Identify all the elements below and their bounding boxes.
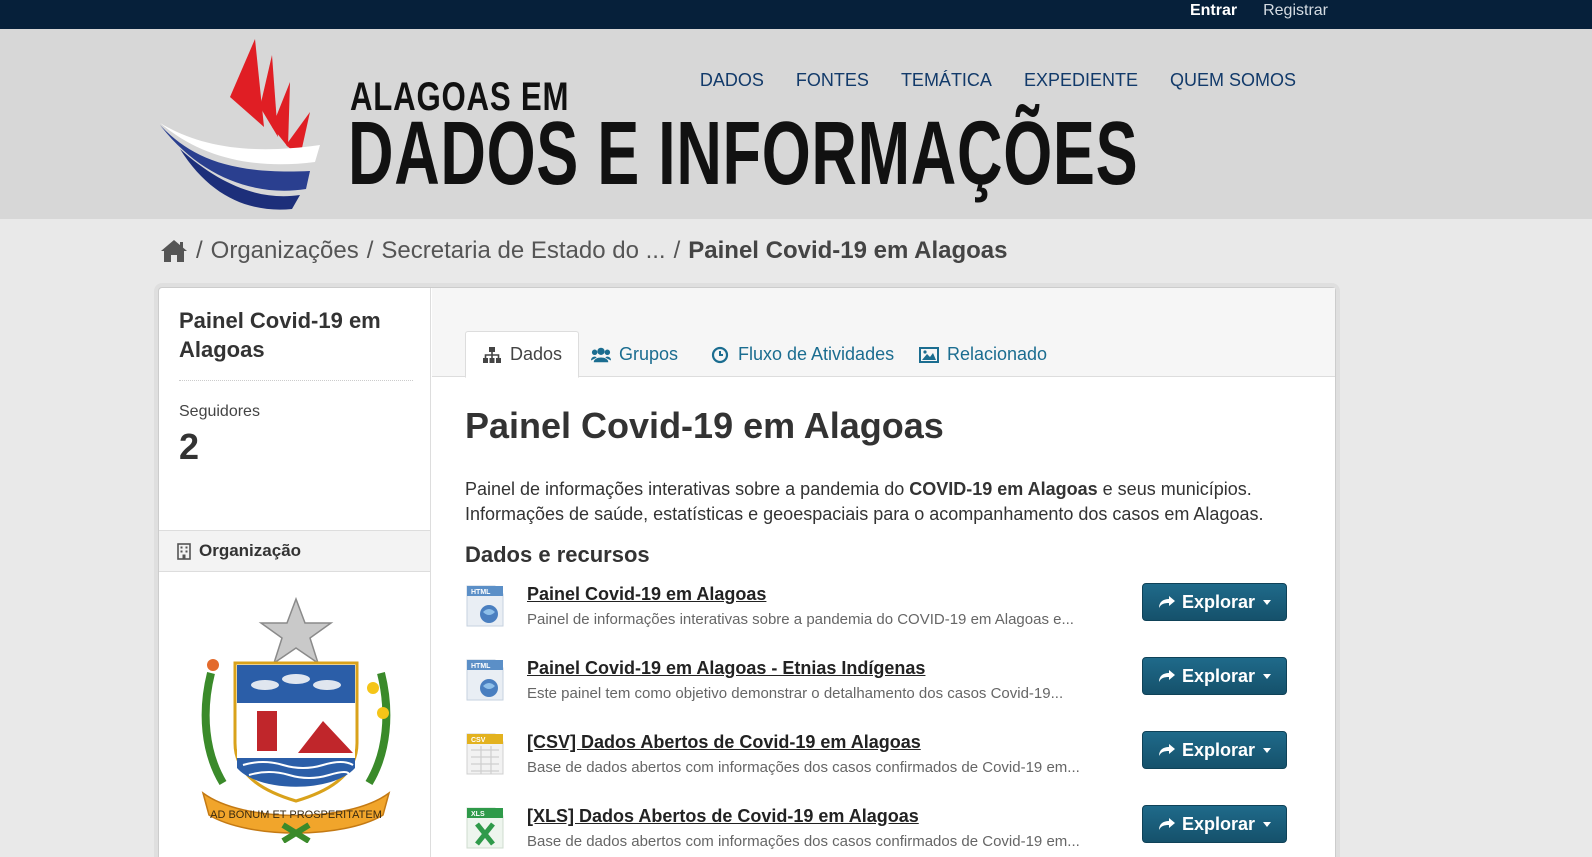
login-link[interactable]: Entrar <box>1190 2 1237 20</box>
description-bold: COVID-19 em Alagoas <box>909 479 1098 499</box>
resource-item: CSV [CSV] Dados Abertos de Covid-19 em A… <box>465 728 1295 802</box>
resources-heading: Dados e recursos <box>465 542 650 567</box>
file-format-label: HTML <box>471 589 491 596</box>
caret-down-icon <box>1263 747 1272 753</box>
tab-label: Dados <box>510 344 563 364</box>
resource-description: Painel de informações interativas sobre … <box>527 611 1074 628</box>
share-arrow-icon <box>1158 744 1175 756</box>
picture-icon <box>919 346 939 363</box>
caret-down-icon <box>1263 599 1272 605</box>
organization-heading: Organização <box>159 530 430 572</box>
caret-down-icon <box>1263 673 1272 679</box>
nav-item-tematica[interactable]: TEMÁTICA <box>901 70 992 91</box>
csv-file-icon[interactable]: CSV <box>465 732 505 776</box>
breadcrumb-separator: / <box>673 237 681 264</box>
clock-icon <box>711 346 729 363</box>
sidebar: Painel Covid-19 em Alagoas Seguidores 2 … <box>159 288 431 857</box>
tab-fluxo-de-atividades[interactable]: Fluxo de Atividades <box>694 331 910 378</box>
share-arrow-icon <box>1158 670 1175 682</box>
account-bar: Entrar Registrar <box>0 0 1592 29</box>
divider <box>179 380 413 381</box>
explore-button-label: Explorar <box>1181 739 1256 760</box>
file-format-label: CSV <box>471 737 486 744</box>
explore-button[interactable]: Explorar <box>1142 805 1287 843</box>
breadcrumb-separator: / <box>366 237 374 264</box>
html-file-icon[interactable]: HTML <box>465 584 505 628</box>
tab-label: Grupos <box>619 344 679 364</box>
users-icon <box>591 347 611 362</box>
tab-dados[interactable]: Dados <box>465 331 580 378</box>
nav-item-dados[interactable]: DADOS <box>700 70 764 91</box>
explore-button-label: Explorar <box>1181 813 1256 834</box>
breadcrumb-organization[interactable]: Secretaria de Estado do ... <box>381 237 665 265</box>
resource-list: HTML Painel Covid-19 em Alagoas Painel d… <box>465 580 1295 857</box>
dataset-content: Dados Grupos Fluxo de Atividades Relacio… <box>432 288 1335 857</box>
breadcrumb-organizations[interactable]: Organizações <box>211 237 359 265</box>
resource-description: Este painel tem como objetivo demonstrar… <box>527 685 1064 702</box>
nav-item-quem-somos[interactable]: QUEM SOMOS <box>1170 70 1296 91</box>
sidebar-title: Painel Covid-19 em Alagoas <box>179 308 381 362</box>
masthead: ALAGOAS EM DADOS E INFORMAÇÕES DADOS FON… <box>0 29 1592 219</box>
resource-item: XLS [XLS] Dados Abertos de Covid-19 em A… <box>465 802 1295 857</box>
breadcrumb-current[interactable]: Painel Covid-19 em Alagoas <box>688 237 1007 265</box>
tab-label: Relacionado <box>947 344 1048 364</box>
xls-file-icon[interactable]: XLS <box>465 806 505 850</box>
organization-crest-icon[interactable]: AD BONUM ET PROSPERITATEM <box>183 593 409 843</box>
dataset-description: Painel de informações interativas sobre … <box>465 477 1325 527</box>
organization-heading-label: Organização <box>199 541 302 560</box>
logo-title-main: DADOS E INFORMAÇÕES <box>348 104 1139 204</box>
main-nav: DADOS FONTES TEMÁTICA EXPEDIENTE QUEM SO… <box>700 70 1296 91</box>
nav-item-fontes[interactable]: FONTES <box>796 70 869 91</box>
explore-button[interactable]: Explorar <box>1142 657 1287 695</box>
tab-label: Fluxo de Atividades <box>738 344 895 364</box>
share-arrow-icon <box>1158 596 1175 608</box>
home-icon[interactable] <box>160 239 188 263</box>
account-links: Entrar Registrar <box>1190 2 1328 20</box>
sitemap-icon <box>483 346 501 363</box>
crest-motto: AD BONUM ET PROSPERITATEM <box>210 809 382 821</box>
explore-button[interactable]: Explorar <box>1142 731 1287 769</box>
resource-title-link[interactable]: Painel Covid-19 em Alagoas - Etnias Indí… <box>527 658 925 679</box>
followers-label: Seguidores <box>179 403 260 420</box>
resource-item: HTML Painel Covid-19 em Alagoas Painel d… <box>465 580 1295 654</box>
dataset-title: Painel Covid-19 em Alagoas <box>465 405 944 446</box>
site-logo-icon[interactable] <box>160 37 330 213</box>
html-file-icon[interactable]: HTML <box>465 658 505 702</box>
followers-count: 2 <box>179 426 200 467</box>
breadcrumb-separator: / <box>196 237 203 264</box>
file-format-label: XLS <box>471 811 485 818</box>
tab-relacionado[interactable]: Relacionado <box>903 331 1063 378</box>
description-text: Painel de informações interativas sobre … <box>465 479 910 499</box>
explore-button-label: Explorar <box>1181 665 1256 686</box>
breadcrumb: / Organizações / Secretaria de Estado do… <box>160 237 1007 265</box>
resource-title-link[interactable]: Painel Covid-19 em Alagoas <box>527 584 766 605</box>
resource-item: HTML Painel Covid-19 em Alagoas - Etnias… <box>465 654 1295 728</box>
tabs-bar: Dados Grupos Fluxo de Atividades Relacio… <box>432 288 1335 378</box>
share-arrow-icon <box>1158 818 1175 830</box>
resource-description: Base de dados abertos com informações do… <box>527 759 1080 776</box>
tab-grupos[interactable]: Grupos <box>575 331 694 378</box>
main-wrapper: Painel Covid-19 em Alagoas Seguidores 2 … <box>158 287 1336 857</box>
caret-down-icon <box>1263 821 1272 827</box>
file-format-label: HTML <box>471 663 491 670</box>
building-icon <box>177 542 191 560</box>
explore-button[interactable]: Explorar <box>1142 583 1287 621</box>
explore-button-label: Explorar <box>1181 591 1256 612</box>
resource-title-link[interactable]: [CSV] Dados Abertos de Covid-19 em Alago… <box>527 732 921 753</box>
register-link[interactable]: Registrar <box>1263 2 1328 20</box>
nav-item-expediente[interactable]: EXPEDIENTE <box>1024 70 1138 91</box>
resource-title-link[interactable]: [XLS] Dados Abertos de Covid-19 em Alago… <box>527 806 919 827</box>
resource-description: Base de dados abertos com informações do… <box>527 833 1080 850</box>
